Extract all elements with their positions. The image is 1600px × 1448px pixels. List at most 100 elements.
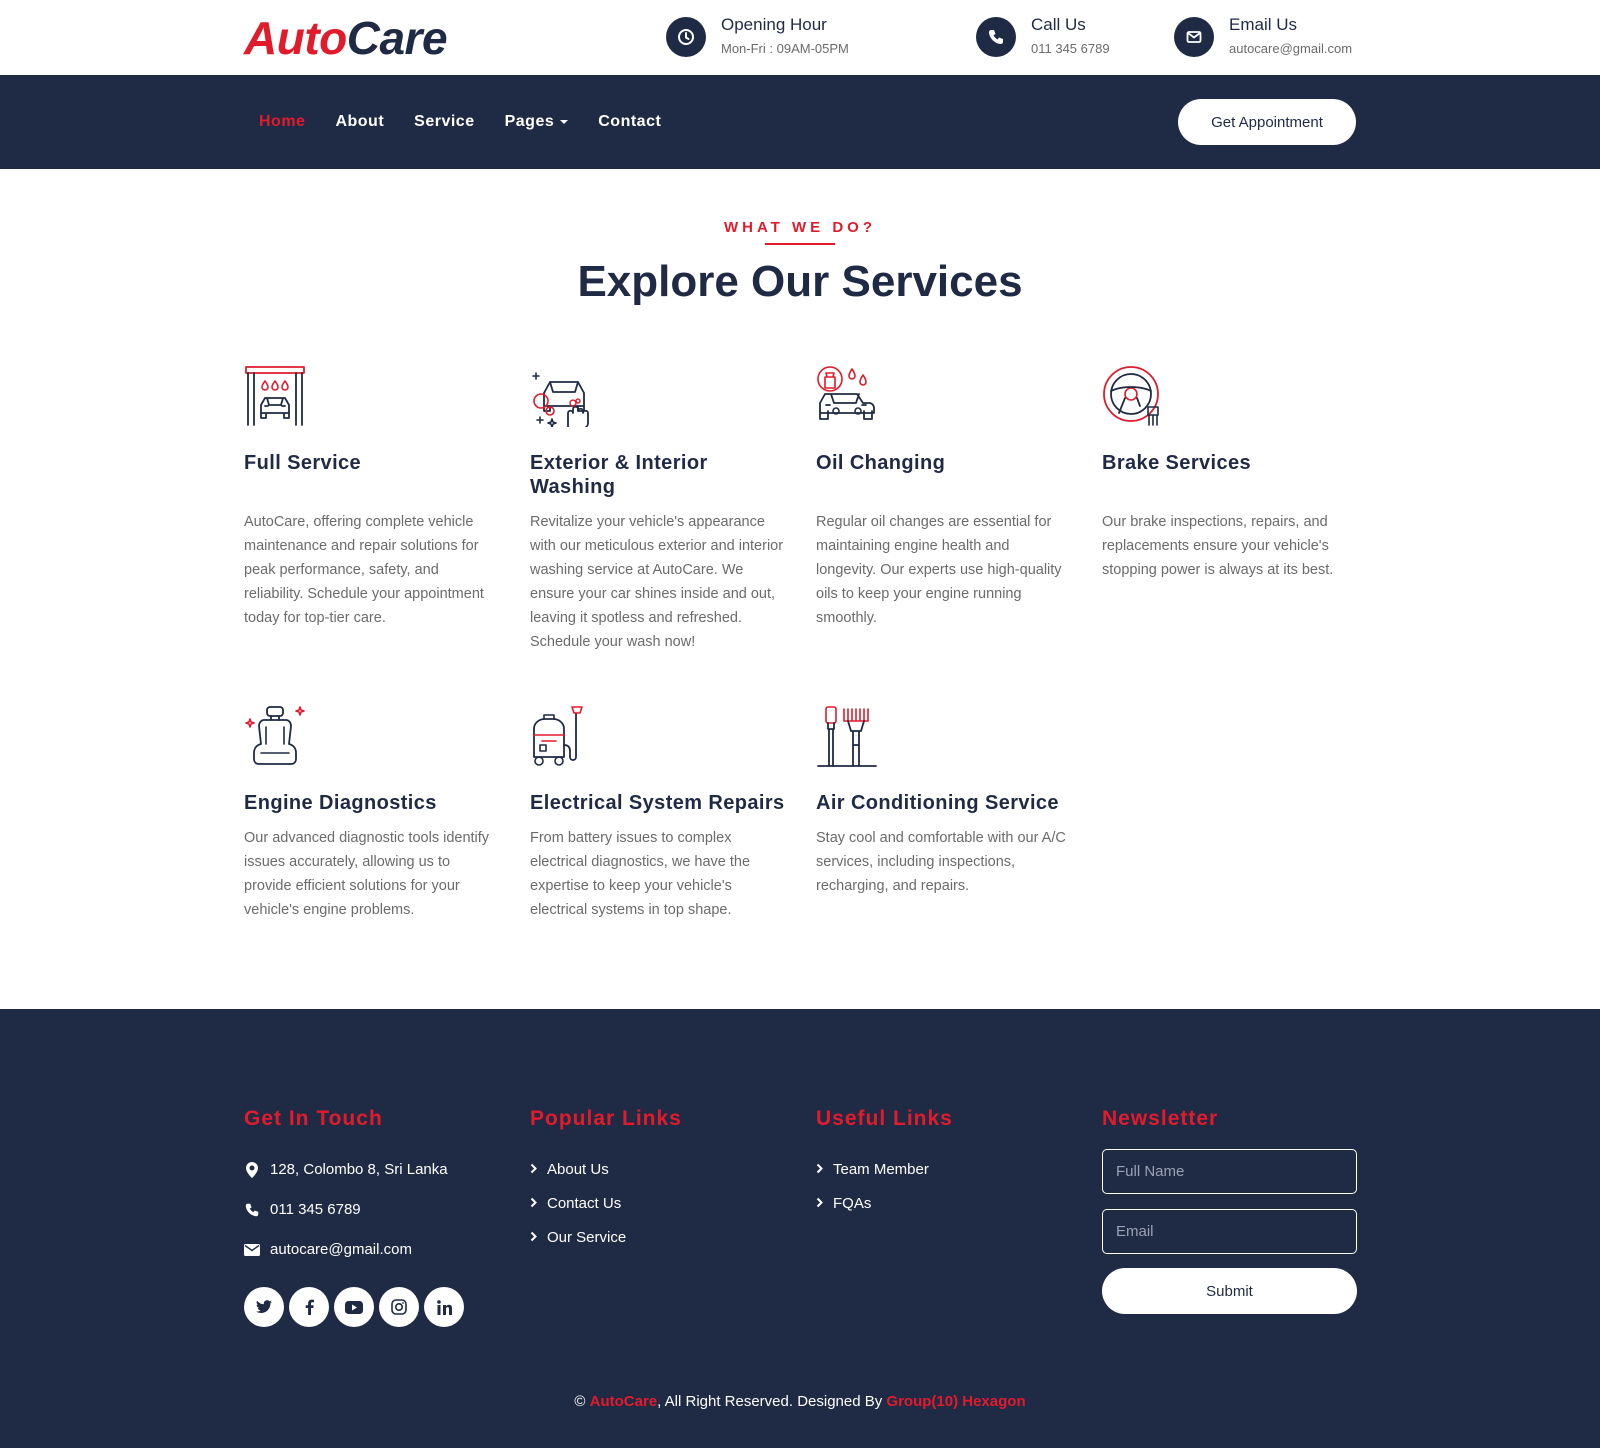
logo-auto-text: Auto — [244, 11, 347, 64]
oil-car-icon — [816, 365, 878, 427]
newsletter-email-input[interactable] — [1102, 1209, 1357, 1254]
link-label: About Us — [547, 1161, 609, 1178]
email-us-value[interactable]: autocare@gmail.com — [1229, 41, 1352, 56]
footer-link-fqas[interactable]: FQAs — [816, 1195, 871, 1212]
chevron-right-icon — [530, 1229, 537, 1246]
nav-contact[interactable]: Contact — [598, 113, 661, 131]
chevron-right-icon — [530, 1161, 537, 1178]
nav-pages-dropdown[interactable]: Pages — [505, 113, 569, 131]
call-us-block: Call Us 011 345 6789 — [976, 14, 1110, 57]
email-text: autocare@gmail.com — [270, 1241, 412, 1258]
email-us-block: Email Us autocare@gmail.com — [1174, 14, 1352, 57]
nav-home[interactable]: Home — [259, 113, 305, 131]
top-header: AutoCare Opening Hour Mon-Fri : 09AM-05P… — [0, 0, 1600, 75]
footer-email[interactable]: autocare@gmail.com — [244, 1241, 412, 1258]
phone-icon — [976, 17, 1016, 57]
chevron-right-icon — [530, 1195, 537, 1212]
vacuum-cleaner-icon — [530, 705, 592, 767]
logo[interactable]: AutoCare — [244, 11, 448, 64]
service-title: Exterior & Interior Washing — [530, 452, 708, 498]
opening-hour-title: Opening Hour — [721, 15, 827, 34]
footer-heading: Newsletter — [1102, 1107, 1219, 1130]
chevron-right-icon — [816, 1161, 823, 1178]
nav-links: Home About Service Pages Contact — [259, 113, 691, 131]
footer-useful-links: Useful Links Team Member FQAs — [816, 1107, 1071, 1212]
footer-link-team-member[interactable]: Team Member — [816, 1161, 929, 1178]
copyright-brand-link[interactable]: AutoCare — [590, 1393, 658, 1410]
social-links — [244, 1287, 469, 1327]
footer-address: 128, Colombo 8, Sri Lanka — [244, 1161, 448, 1178]
newsletter-submit-button[interactable]: Submit — [1102, 1268, 1357, 1314]
footer-link-contact-us[interactable]: Contact Us — [530, 1195, 621, 1212]
map-pin-icon — [244, 1161, 260, 1178]
envelope-icon — [1174, 17, 1214, 57]
footer-heading: Useful Links — [816, 1107, 953, 1130]
service-card-full-service: Full Service AutoCare, offering complete… — [244, 365, 499, 630]
footer-phone[interactable]: 011 345 6789 — [244, 1201, 361, 1218]
instagram-icon[interactable] — [379, 1287, 419, 1327]
twitter-icon[interactable] — [244, 1287, 284, 1327]
link-label: Contact Us — [547, 1195, 622, 1212]
service-title: Brake Services — [1102, 452, 1252, 474]
car-wash-bay-icon — [244, 365, 306, 427]
email-us-title: Email Us — [1229, 15, 1298, 34]
car-washing-hand-icon — [530, 365, 592, 428]
service-card-electrical: Electrical System Repairs From battery i… — [530, 705, 785, 922]
footer-link-about-us[interactable]: About Us — [530, 1161, 609, 1178]
main-nav: Home About Service Pages Contact Get App… — [0, 75, 1600, 169]
nav-service[interactable]: Service — [414, 113, 474, 131]
call-us-title: Call Us — [1031, 15, 1086, 34]
service-title: Oil Changing — [816, 452, 946, 474]
footer-popular-links: Popular Links About Us Contact Us Our Se… — [530, 1107, 785, 1246]
service-title: Electrical System Repairs — [530, 792, 785, 814]
logo-care-text: Care — [346, 11, 448, 64]
footer-newsletter: Newsletter Submit — [1102, 1107, 1357, 1437]
footer: Get In Touch 128, Colombo 8, Sri Lanka 0… — [0, 1009, 1600, 1448]
steering-wheel-icon — [1102, 365, 1164, 427]
envelope-icon — [244, 1243, 260, 1256]
opening-hour-value: Mon-Fri : 09AM-05PM — [721, 41, 849, 56]
service-card-washing: Exterior & Interior Washing Revitalize y… — [530, 365, 785, 654]
copyright-text: , All Right Reserved. Designed By — [657, 1393, 887, 1410]
service-card-brake: Brake Services Our brake inspections, re… — [1102, 365, 1357, 582]
nav-about[interactable]: About — [335, 113, 384, 131]
services-section: WHAT WE DO? Explore Our Services Full Se… — [0, 169, 1600, 1009]
link-label: FQAs — [833, 1195, 872, 1212]
get-appointment-button[interactable]: Get Appointment — [1178, 99, 1356, 145]
opening-hour-block: Opening Hour Mon-Fri : 09AM-05PM — [666, 14, 849, 57]
footer-link-our-service[interactable]: Our Service — [530, 1229, 626, 1246]
call-us-value[interactable]: 011 345 6789 — [1031, 41, 1110, 56]
footer-heading: Popular Links — [530, 1107, 682, 1130]
brushes-icon — [816, 705, 878, 767]
car-seat-icon — [244, 705, 306, 767]
service-description: From battery issues to complex electrica… — [530, 830, 751, 918]
service-title: Full Service — [244, 452, 362, 474]
link-label: Our Service — [547, 1229, 627, 1246]
footer-get-in-touch: Get In Touch 128, Colombo 8, Sri Lanka 0… — [244, 1107, 499, 1327]
link-label: Team Member — [833, 1161, 929, 1178]
service-card-oil-changing: Oil Changing Regular oil changes are ess… — [816, 365, 1071, 630]
service-description: Our brake inspections, repairs, and repl… — [1102, 514, 1334, 578]
service-description: Our advanced diagnostic tools identify i… — [244, 830, 490, 918]
service-title: Air Conditioning Service — [816, 792, 1059, 814]
service-card-engine-diagnostics: Engine Diagnostics Our advanced diagnost… — [244, 705, 499, 922]
footer-heading: Get In Touch — [244, 1107, 383, 1130]
copyright-designer-link[interactable]: Group(10) Hexagon — [886, 1393, 1025, 1410]
address-text: 128, Colombo 8, Sri Lanka — [270, 1161, 448, 1178]
phone-text: 011 345 6789 — [270, 1201, 361, 1218]
service-description: Revitalize your vehicle's appearance wit… — [530, 514, 784, 650]
nav-pages-label: Pages — [504, 113, 555, 130]
chevron-right-icon — [816, 1195, 823, 1212]
copyright-symbol: © — [574, 1393, 586, 1410]
linkedin-icon[interactable] — [424, 1287, 464, 1327]
phone-icon — [244, 1202, 260, 1218]
facebook-icon[interactable] — [289, 1287, 329, 1327]
service-description: Stay cool and comfortable with our A/C s… — [816, 830, 1066, 894]
service-description: AutoCare, offering complete vehicle main… — [244, 514, 484, 626]
copyright: © AutoCare, All Right Reserved. Designed… — [0, 1393, 1600, 1410]
newsletter-name-input[interactable] — [1102, 1149, 1357, 1194]
youtube-icon[interactable] — [334, 1287, 374, 1327]
service-card-air-conditioning: Air Conditioning Service Stay cool and c… — [816, 705, 1071, 898]
service-description: Regular oil changes are essential for ma… — [816, 514, 1062, 626]
clock-icon — [666, 17, 706, 57]
